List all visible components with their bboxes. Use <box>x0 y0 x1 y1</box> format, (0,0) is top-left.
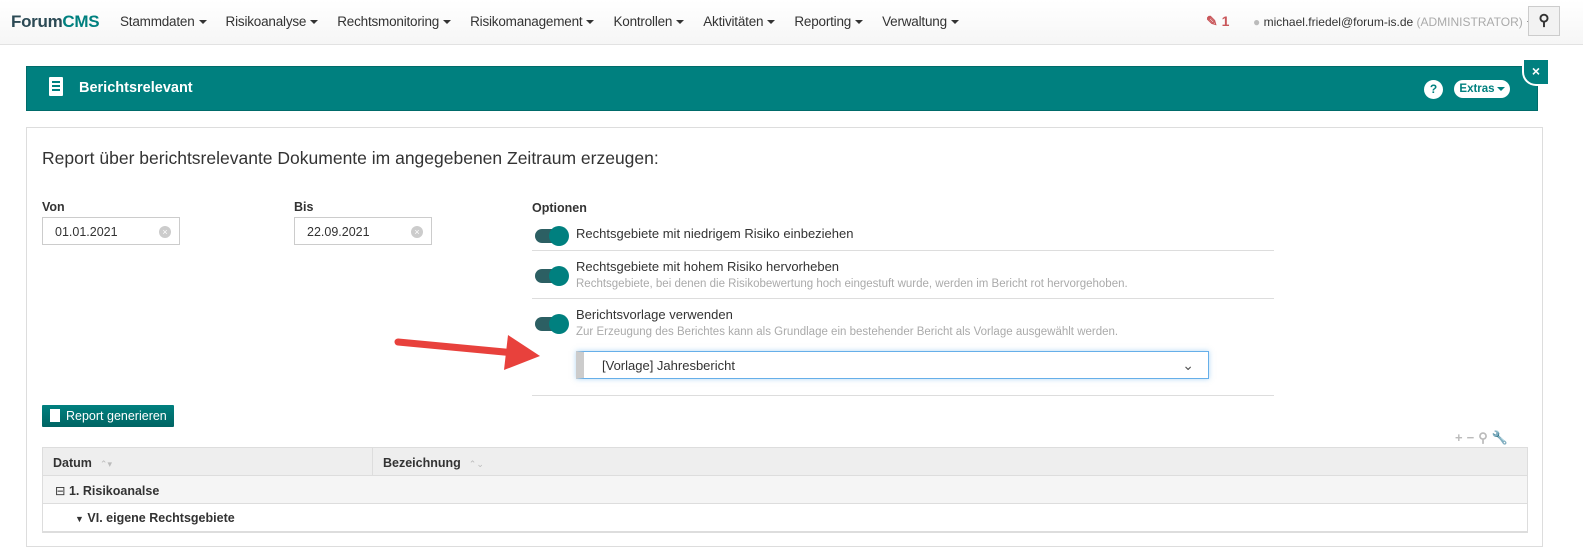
form-title: Report über berichtsrelevante Dokumente … <box>42 148 659 168</box>
sort-icon: ⌃⌄ <box>468 459 484 469</box>
search-icon[interactable]: ⚲ <box>1478 430 1492 445</box>
wrench-icon[interactable]: 🔧 <box>1492 430 1512 445</box>
annotation-arrow <box>394 335 540 370</box>
sort-icon: ⌃▾ <box>99 459 112 469</box>
extras-dropdown[interactable]: Extras <box>1454 80 1510 98</box>
generate-report-button[interactable]: Report generieren <box>42 405 174 427</box>
table-subgroup-row[interactable]: ▼ VI. eigene Rechtsgebiete <box>43 504 1527 532</box>
chevron-down-icon: ⌄ <box>1182 357 1194 373</box>
minus-icon[interactable]: − <box>1467 430 1479 445</box>
option-hint: Zur Erzeugung des Berichtes kann als Gru… <box>576 326 1119 338</box>
von-date-input[interactable]: 01.01.2021 × <box>42 217 180 245</box>
menu-stammdaten[interactable]: Stammdaten <box>120 14 207 29</box>
close-button[interactable]: × <box>1522 60 1548 86</box>
template-select[interactable]: [Vorlage] Jahresbericht ⌄ <box>576 351 1209 379</box>
brand-logo[interactable]: ForumCMS <box>11 12 100 32</box>
collapse-icon[interactable]: ⊟ <box>55 484 65 498</box>
pencil-icon: ✎ <box>1206 13 1218 29</box>
divider <box>532 250 1274 251</box>
menu-reporting[interactable]: Reporting <box>794 14 864 29</box>
option-label: Rechtsgebiete mit hohem Risiko hervorheb… <box>576 259 840 274</box>
options-label: Optionen <box>532 201 587 215</box>
document-icon <box>49 77 63 96</box>
divider <box>532 298 1274 299</box>
option-hint: Rechtsgebiete, bei denen die Risikobewer… <box>576 278 1128 290</box>
user-menu[interactable]: ● michael.friedel@forum-is.de (ADMINISTR… <box>1253 15 1535 29</box>
page-title: Berichtsrelevant <box>79 80 193 96</box>
menu-aktivitaeten[interactable]: Aktivitäten <box>703 14 776 29</box>
top-navbar: ForumCMS Stammdaten Risikoanalyse Rechts… <box>0 0 1583 45</box>
menu-verwaltung[interactable]: Verwaltung <box>882 14 959 29</box>
table-tools: +−⚲🔧 <box>1455 430 1512 446</box>
edit-counter[interactable]: ✎ 1 <box>1206 13 1229 30</box>
caret-down-icon[interactable]: ▼ <box>75 514 84 524</box>
report-table: Datum ⌃▾ Bezeichnung ⌃⌄ ⊟ 1. Risikoanalse … <box>42 447 1528 533</box>
toggle-high-risk[interactable] <box>535 266 569 286</box>
file-icon <box>50 409 60 422</box>
bis-label: Bis <box>294 200 314 214</box>
table-group-row[interactable]: ⊟ 1. Risikoanalse <box>43 476 1527 504</box>
toggle-low-risk[interactable] <box>535 226 569 246</box>
divider <box>532 395 1274 396</box>
menu-risikoanalyse[interactable]: Risikoanalyse <box>226 14 319 29</box>
clear-icon[interactable]: × <box>411 226 423 238</box>
panel-header: Berichtsrelevant ? Extras <box>26 66 1538 111</box>
option-label: Rechtsgebiete mit niedrigem Risiko einbe… <box>576 226 854 241</box>
help-button[interactable]: ? <box>1424 80 1443 99</box>
search-button[interactable]: ⚲ <box>1528 6 1560 36</box>
menu-risikomanagement[interactable]: Risikomanagement <box>470 14 595 29</box>
clear-icon[interactable]: × <box>159 226 171 238</box>
plus-icon[interactable]: + <box>1455 430 1467 445</box>
table-header: Datum ⌃▾ Bezeichnung ⌃⌄ <box>43 448 1527 476</box>
main-menu: Stammdaten Risikoanalyse Rechtsmonitorin… <box>120 14 978 29</box>
user-icon: ● <box>1253 15 1261 29</box>
von-label: Von <box>42 200 65 214</box>
bis-date-input[interactable]: 22.09.2021 × <box>294 217 432 245</box>
menu-kontrollen[interactable]: Kontrollen <box>613 14 685 29</box>
menu-rechtsmonitoring[interactable]: Rechtsmonitoring <box>337 14 452 29</box>
column-bezeichnung[interactable]: Bezeichnung ⌃⌄ <box>383 456 484 470</box>
column-datum[interactable]: Datum ⌃▾ <box>53 456 112 470</box>
option-label: Berichtsvorlage verwenden <box>576 307 733 322</box>
search-icon: ⚲ <box>1538 12 1550 29</box>
